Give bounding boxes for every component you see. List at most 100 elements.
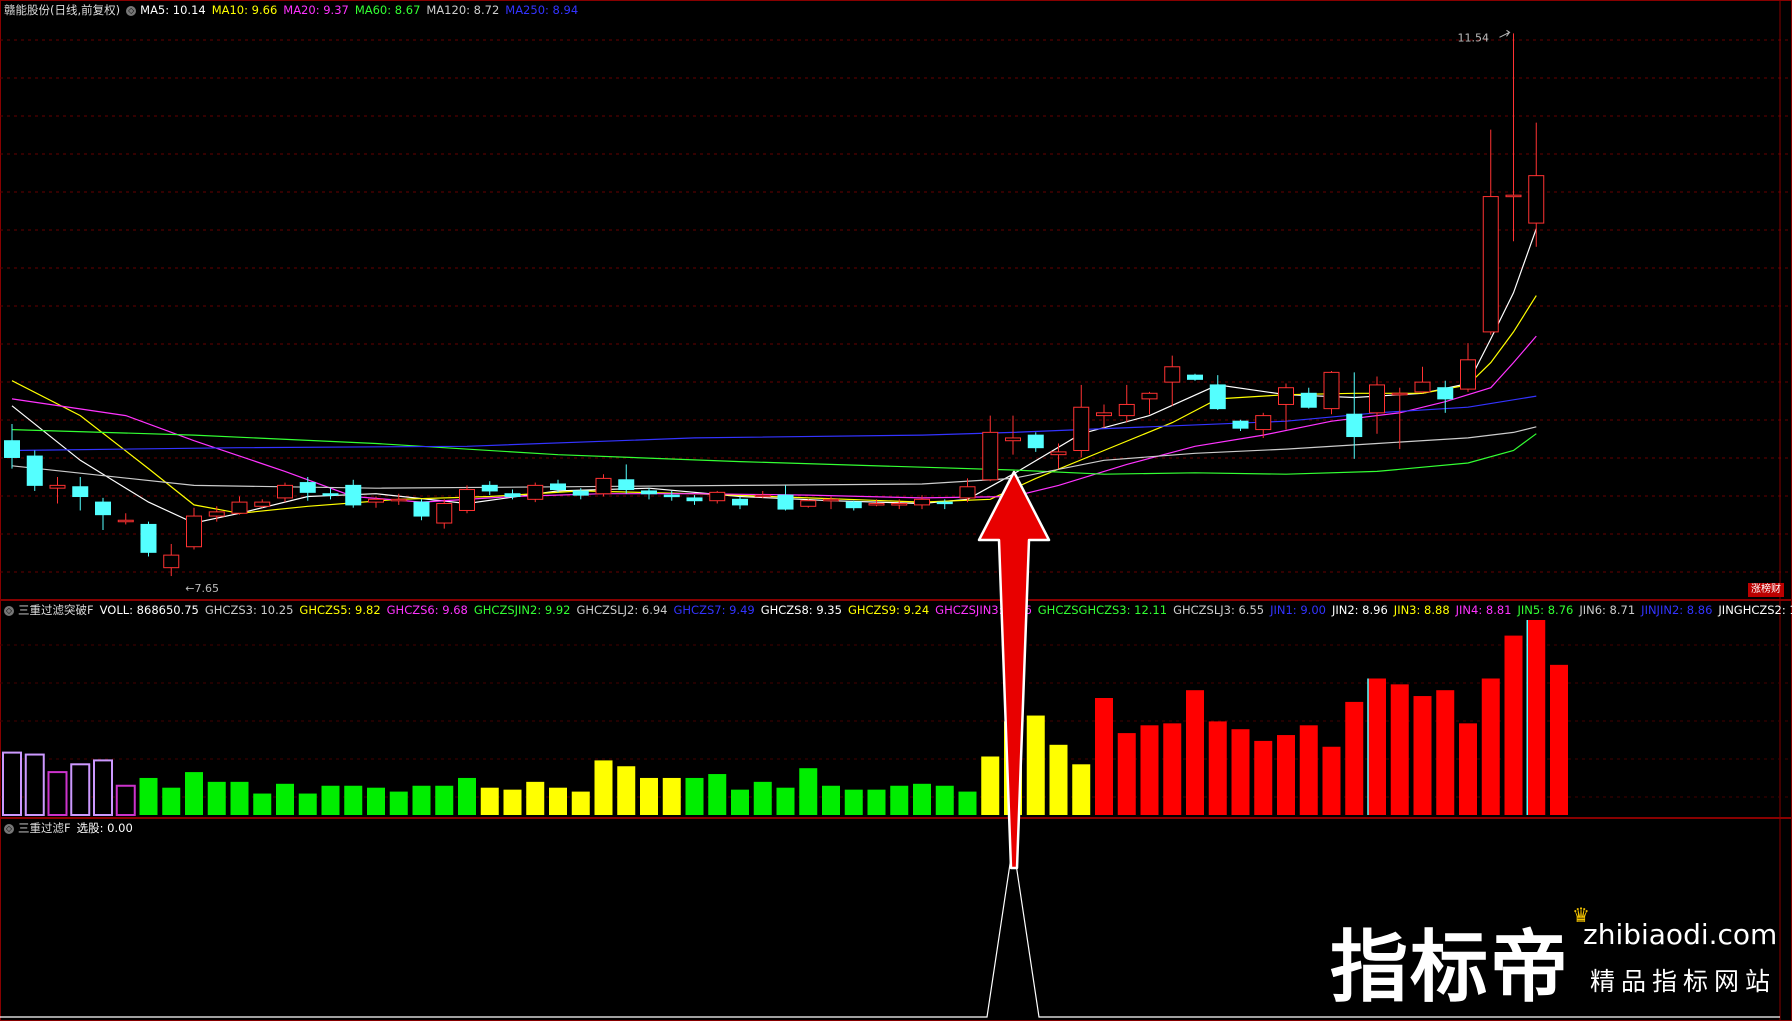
- volume-bar: [617, 766, 636, 815]
- volume-bar: [1004, 721, 1022, 815]
- volume-bar: [1095, 698, 1113, 815]
- volume-bar: [24, 753, 45, 817]
- candle-body: [891, 503, 908, 506]
- volume-bar: [70, 763, 91, 817]
- volume-bar: [321, 785, 340, 815]
- candle: [49, 476, 66, 504]
- volume-bar: [2, 751, 22, 817]
- volume-bar: [1231, 729, 1250, 815]
- indicator-label: GHCZSGHCZS3: 12.11: [1037, 603, 1168, 617]
- settings-icon[interactable]: ◇: [126, 5, 137, 16]
- indicator-label: JIN3: 8.88: [1393, 603, 1450, 617]
- candle: [413, 499, 430, 521]
- volume-indicators: VOLL: 868650.75 GHCZS3: 10.25 GHCZS5: 9.82…: [100, 603, 1792, 617]
- candle-body: [1482, 196, 1499, 333]
- candle-body: [1460, 359, 1476, 390]
- candle: [641, 488, 657, 500]
- candle: [777, 485, 794, 511]
- candle-body: [1278, 387, 1294, 405]
- candle: [1482, 129, 1499, 335]
- volume-chart[interactable]: [0, 600, 1792, 818]
- candle: [4, 423, 20, 469]
- volume-bar: [1208, 721, 1227, 815]
- candle-body: [1528, 175, 1545, 224]
- volume-bar: [594, 760, 613, 815]
- candle: [186, 507, 202, 550]
- candle-body: [732, 498, 748, 506]
- candle-body: [254, 501, 271, 507]
- candle-body: [95, 501, 111, 516]
- volume-bar: [731, 789, 749, 815]
- candle: [1232, 419, 1249, 431]
- candle: [72, 476, 89, 511]
- volume-bar: [412, 785, 431, 815]
- price-panel[interactable]: 11.54 ←7.65 赣能股份(日线,前复权) ◇ MA5: 10.14 MA10: …: [0, 0, 1792, 600]
- candle-body: [1300, 392, 1317, 408]
- candle-body: [1141, 392, 1158, 400]
- volume-bar: [139, 777, 158, 815]
- candle-body: [208, 511, 225, 517]
- candle-body: [1255, 415, 1272, 431]
- indicator-label: MA120: 8.72: [426, 3, 500, 17]
- volume-bar: [93, 759, 113, 816]
- volume-bar: [981, 756, 1000, 815]
- candle-body: [72, 486, 89, 498]
- ma-line-ma60: [11, 429, 1537, 475]
- volume-bar: [640, 777, 658, 815]
- settings-icon[interactable]: ◇: [4, 605, 14, 616]
- candle: [1323, 370, 1340, 415]
- candle-body: [595, 477, 612, 495]
- candle: [1096, 404, 1112, 429]
- panel-border: [0, 0, 1792, 600]
- indicator-label: GHCZS8: 9.35: [760, 603, 842, 617]
- signal-header: ◇ 三重过滤F 选股: 0.00: [4, 820, 145, 836]
- candle: [1414, 366, 1431, 394]
- volume-bar: [1277, 735, 1295, 815]
- indicator-label: MA60: 8.67: [354, 3, 421, 17]
- candle-body: [322, 493, 339, 496]
- candle-body: [959, 486, 976, 499]
- indicator-label: GHCZS9: 9.24: [847, 603, 930, 617]
- volume-bar: [253, 793, 272, 815]
- volume-bar: [822, 785, 840, 815]
- volume-bar: [503, 789, 522, 815]
- candle: [1369, 376, 1385, 434]
- volume-bar: [1322, 746, 1341, 815]
- candle: [459, 485, 475, 514]
- candle: [527, 482, 544, 503]
- indicator-label: MA250: 8.94: [505, 3, 579, 17]
- volume-bar: [685, 777, 704, 815]
- indicator-label: GHCZSLJ3: 6.55: [1173, 603, 1265, 617]
- candle-body: [1118, 403, 1135, 417]
- indicator-label: JIN6: 8.71: [1579, 603, 1636, 617]
- candle-body: [1187, 374, 1203, 380]
- volume-bar: [435, 785, 454, 815]
- badge[interactable]: 涨榜财: [1748, 583, 1784, 597]
- candle: [1460, 343, 1476, 392]
- indicator-label: JINGHCZS2: 12.41: [1718, 603, 1792, 617]
- candle-body: [436, 503, 453, 524]
- candle-body: [1027, 434, 1044, 449]
- candle-body: [686, 497, 703, 502]
- candle-body: [709, 491, 726, 502]
- candle-body: [1050, 451, 1067, 456]
- candle: [1141, 391, 1158, 415]
- candle-body: [299, 482, 316, 493]
- candle-body: [663, 494, 680, 498]
- candle-body: [527, 484, 544, 500]
- volume-bar: [185, 772, 203, 815]
- volume-bar: [1026, 715, 1045, 815]
- candle: [481, 481, 498, 496]
- candle-body: [777, 494, 794, 510]
- candle-body: [936, 501, 953, 505]
- candle: [1209, 375, 1226, 411]
- settings-icon[interactable]: ◇: [4, 823, 14, 834]
- volume-bar: [958, 791, 977, 815]
- candlestick-chart[interactable]: 11.54 ←7.65: [0, 0, 1792, 600]
- candle: [117, 513, 134, 525]
- volume-bar: [1527, 620, 1546, 815]
- candle-body: [504, 493, 521, 498]
- volume-panel[interactable]: ◇ 三重过滤突破F VOLL: 868650.75 GHCZS3: 10.25 GHCZ…: [0, 600, 1792, 818]
- candle-body: [641, 490, 657, 495]
- candle-body: [481, 484, 498, 492]
